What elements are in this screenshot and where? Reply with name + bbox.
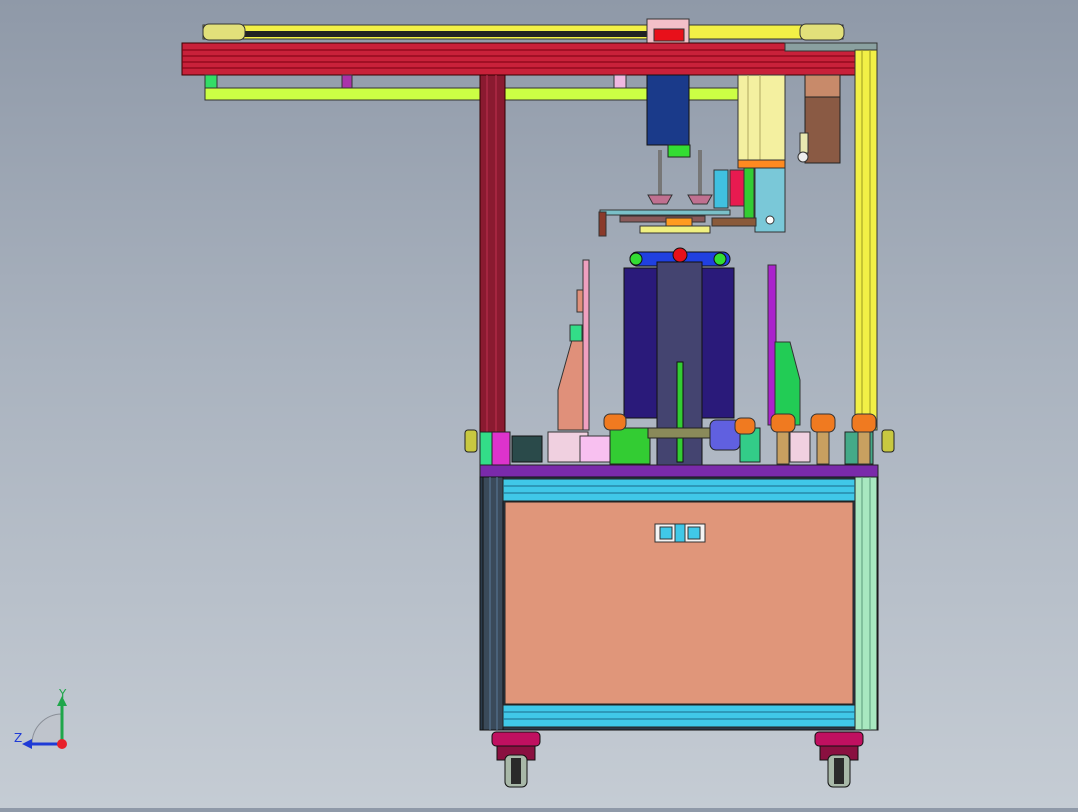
table-top-plate bbox=[479, 464, 879, 478]
right-yellow-column bbox=[854, 49, 878, 431]
caster-wheel-right bbox=[814, 731, 864, 788]
bracket-cluster bbox=[711, 167, 757, 227]
triad-arc-icon bbox=[31, 713, 63, 745]
suction-cup-right bbox=[687, 150, 713, 205]
gripper-plates bbox=[598, 209, 731, 237]
left-red-column bbox=[479, 74, 506, 436]
servo-motor bbox=[797, 74, 841, 164]
x-axis-dot-icon bbox=[57, 739, 67, 749]
assembly-drawing bbox=[181, 18, 895, 788]
z-axis-arrow-icon bbox=[22, 739, 32, 749]
cad-viewport[interactable] bbox=[0, 0, 1078, 808]
red-top-beam bbox=[181, 42, 878, 76]
top-belt-rail bbox=[202, 18, 845, 44]
orientation-triad[interactable]: Y Z bbox=[12, 686, 82, 756]
suction-cup-left bbox=[647, 150, 673, 205]
y-axis-label: Y bbox=[58, 687, 67, 701]
z-axis-label: Z bbox=[14, 731, 22, 745]
orange-knob-2 bbox=[810, 413, 836, 465]
caster-wheel-left bbox=[491, 731, 541, 788]
left-side-guide bbox=[557, 259, 590, 431]
right-side-guide bbox=[767, 264, 801, 426]
blue-cylinder bbox=[646, 74, 691, 158]
door-handle bbox=[654, 523, 706, 543]
